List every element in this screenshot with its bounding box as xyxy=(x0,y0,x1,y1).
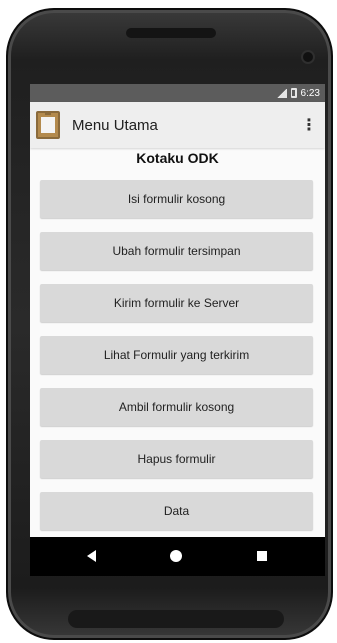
back-icon[interactable] xyxy=(87,550,96,562)
status-bar: 6:23 xyxy=(30,84,325,102)
screen: 6:23 Menu Utama ⋮ Kotaku ODK Isi formuli… xyxy=(30,84,325,576)
delete-form-button[interactable]: Hapus formulir xyxy=(40,440,313,478)
home-icon[interactable] xyxy=(170,550,182,562)
send-form-button[interactable]: Kirim formulir ke Server xyxy=(40,284,313,322)
front-camera xyxy=(301,50,315,64)
app-bar: Menu Utama ⋮ xyxy=(30,102,325,148)
navigation-bar xyxy=(30,537,325,576)
fill-blank-form-button[interactable]: Isi formulir kosong xyxy=(40,180,313,218)
signal-icon xyxy=(276,88,287,98)
app-title: Menu Utama xyxy=(72,116,158,134)
get-blank-form-button[interactable]: Ambil formulir kosong xyxy=(40,388,313,426)
data-button[interactable]: Data xyxy=(40,492,313,530)
edit-saved-form-button[interactable]: Ubah formulir tersimpan xyxy=(40,232,313,270)
top-speaker xyxy=(126,28,216,38)
battery-icon xyxy=(290,88,297,98)
page-heading: Kotaku ODK xyxy=(136,150,219,166)
view-sent-form-button[interactable]: Lihat Formulir yang terkirim xyxy=(40,336,313,374)
overflow-menu-icon[interactable]: ⋮ xyxy=(299,115,319,135)
recent-apps-icon[interactable] xyxy=(257,551,267,561)
clipboard-form-icon xyxy=(36,111,60,139)
bottom-speaker xyxy=(68,610,284,628)
status-time: 6:23 xyxy=(300,87,320,99)
